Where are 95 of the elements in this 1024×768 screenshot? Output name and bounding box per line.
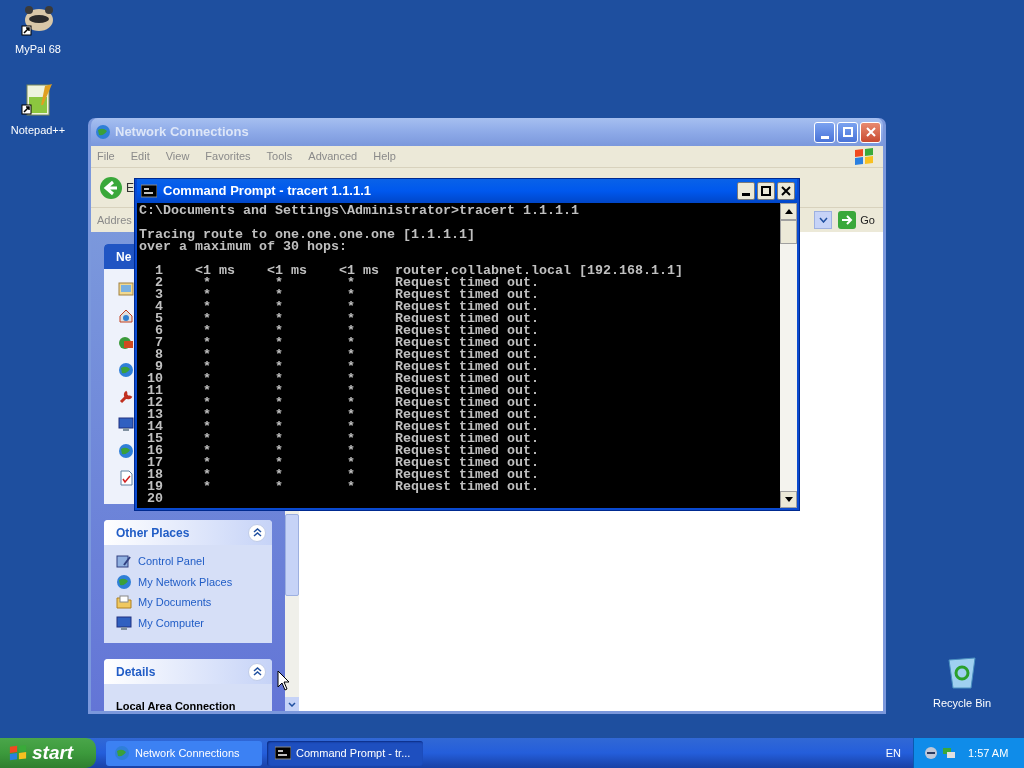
maximize-button[interactable] (757, 182, 775, 200)
close-icon (781, 186, 791, 196)
panel-title[interactable]: Ne (116, 247, 132, 266)
address-dropdown[interactable] (814, 211, 833, 229)
console-line: 8 * * * Request timed out. (154, 349, 540, 361)
menu-item[interactable]: View (165, 148, 190, 165)
notepad-icon (21, 83, 55, 117)
triangle-down-icon (784, 497, 793, 502)
place-link[interactable]: Control Panel (138, 553, 205, 570)
desktop-icon-label[interactable]: Recycle Bin (932, 695, 992, 712)
scroll-thumb[interactable] (780, 220, 797, 244)
scroll-thumb[interactable] (285, 514, 299, 596)
globe-icon (114, 745, 130, 761)
mouse-cursor-icon (277, 670, 290, 691)
desktop-icon-label[interactable]: Notepad++ (10, 122, 66, 139)
wrench-icon (118, 389, 134, 405)
place-link[interactable]: My Network Places (138, 573, 233, 590)
clock: 1:57 AM (968, 745, 1009, 761)
menu-item[interactable]: Tools (266, 148, 293, 165)
console-line: 19 * * * Request timed out. (146, 481, 540, 493)
close-icon (865, 127, 876, 137)
menu-item[interactable]: Edit (130, 148, 150, 165)
menu-item[interactable]: Advanced (308, 148, 358, 165)
menu-item[interactable]: Favorites (205, 148, 251, 165)
animal-icon (21, 4, 55, 36)
console-line: 14 * * * Request timed out. (146, 421, 540, 433)
console-icon (275, 745, 291, 761)
minimize-icon (820, 135, 829, 139)
console-line: 1 <1 ms <1 ms <1 ms router.collabnet.local [192.168.1.1] (154, 265, 684, 277)
console-line: over a maximum of 30 hops: (139, 241, 348, 253)
house-icon (118, 308, 134, 324)
window-title: Command Prompt - tracert 1.1.1.1 (163, 182, 372, 201)
console-line: 12 * * * Request timed out. (146, 397, 540, 409)
brick-globe-icon (118, 335, 134, 351)
console-line: 11 * * * Request timed out. (146, 385, 540, 397)
console-icon (141, 183, 157, 199)
monitor-icon (116, 614, 132, 631)
panel-title[interactable]: Details (116, 662, 156, 681)
maximize-icon (842, 127, 853, 137)
document-icon (118, 470, 134, 486)
console-line: 6 * * * Request timed out. (154, 325, 540, 337)
console-line: 3 * * * Request timed out. (154, 289, 540, 301)
console-line: 7 * * * Request timed out. (154, 337, 540, 349)
globe-icon (118, 362, 134, 378)
tray-icon[interactable] (924, 746, 938, 760)
minimize-button[interactable] (737, 182, 755, 200)
taskbar-button[interactable]: Network Connections (106, 740, 262, 766)
desktop-icon-label[interactable]: MyPal 68 (15, 41, 61, 58)
folder-icon (116, 594, 132, 611)
console-line: 2 * * * Request timed out. (154, 277, 540, 289)
back-label[interactable]: E (126, 178, 134, 197)
console-line: 20 (146, 493, 164, 505)
scrollbar[interactable] (780, 203, 797, 508)
place-link[interactable]: My Computer (138, 614, 205, 631)
address-label: Addres (97, 212, 133, 228)
globe-icon (95, 124, 111, 140)
place-link[interactable]: My Documents (138, 594, 212, 611)
menu-item[interactable]: Help (373, 148, 396, 165)
console-line: 10 * * * Request timed out. (146, 373, 540, 385)
globe-icon (118, 443, 134, 459)
triangle-up-icon (784, 209, 793, 214)
double-chevron-up-icon (252, 667, 262, 676)
console-line: 5 * * * Request timed out. (154, 313, 540, 325)
chevron-down-icon (288, 701, 296, 707)
console-line: 15 * * * Request timed out. (146, 433, 540, 445)
recycle-bin-icon (947, 656, 977, 690)
go-button[interactable]: Go (836, 211, 879, 229)
console-line: C:\Documents and Settings\Administrator>tracert 1.1.1.1 (139, 205, 580, 217)
console-line: 4 * * * Request timed out. (154, 301, 540, 313)
collapse-button[interactable] (248, 523, 266, 542)
picture-frame-icon (118, 281, 134, 297)
globe-icon (116, 573, 132, 590)
windows-flag-icon (8, 744, 28, 762)
double-chevron-up-icon (252, 528, 262, 537)
close-button[interactable] (777, 182, 795, 200)
maximize-icon (761, 186, 771, 196)
console-line: 17 * * * Request timed out. (146, 457, 540, 469)
details-heading: Local Area Connection (116, 700, 236, 711)
start-button[interactable]: start (0, 738, 96, 768)
window-title: Network Connections (115, 123, 249, 142)
collapse-button[interactable] (248, 662, 266, 681)
windows-flag-icon (853, 146, 875, 167)
console-line: 9 * * * Request timed out. (155, 361, 540, 373)
console-line: 18 * * * Request timed out. (146, 469, 540, 481)
taskbar-button[interactable]: Command Prompt - tr... (267, 740, 423, 766)
chevron-down-icon (818, 217, 828, 223)
console-line: 16 * * * Request timed out. (146, 445, 540, 457)
arrow-right-icon (838, 211, 857, 229)
minimize-icon (742, 193, 750, 196)
menu-item[interactable]: File (97, 148, 115, 165)
console-line: 13 * * * Request timed out. (146, 409, 540, 421)
control-panel-icon (116, 553, 132, 570)
language-indicator[interactable]: EN (885, 744, 901, 762)
console-line: Tracing route to one.one.one.one [1.1.1.1] (139, 229, 476, 241)
monitor-icon (118, 416, 134, 432)
